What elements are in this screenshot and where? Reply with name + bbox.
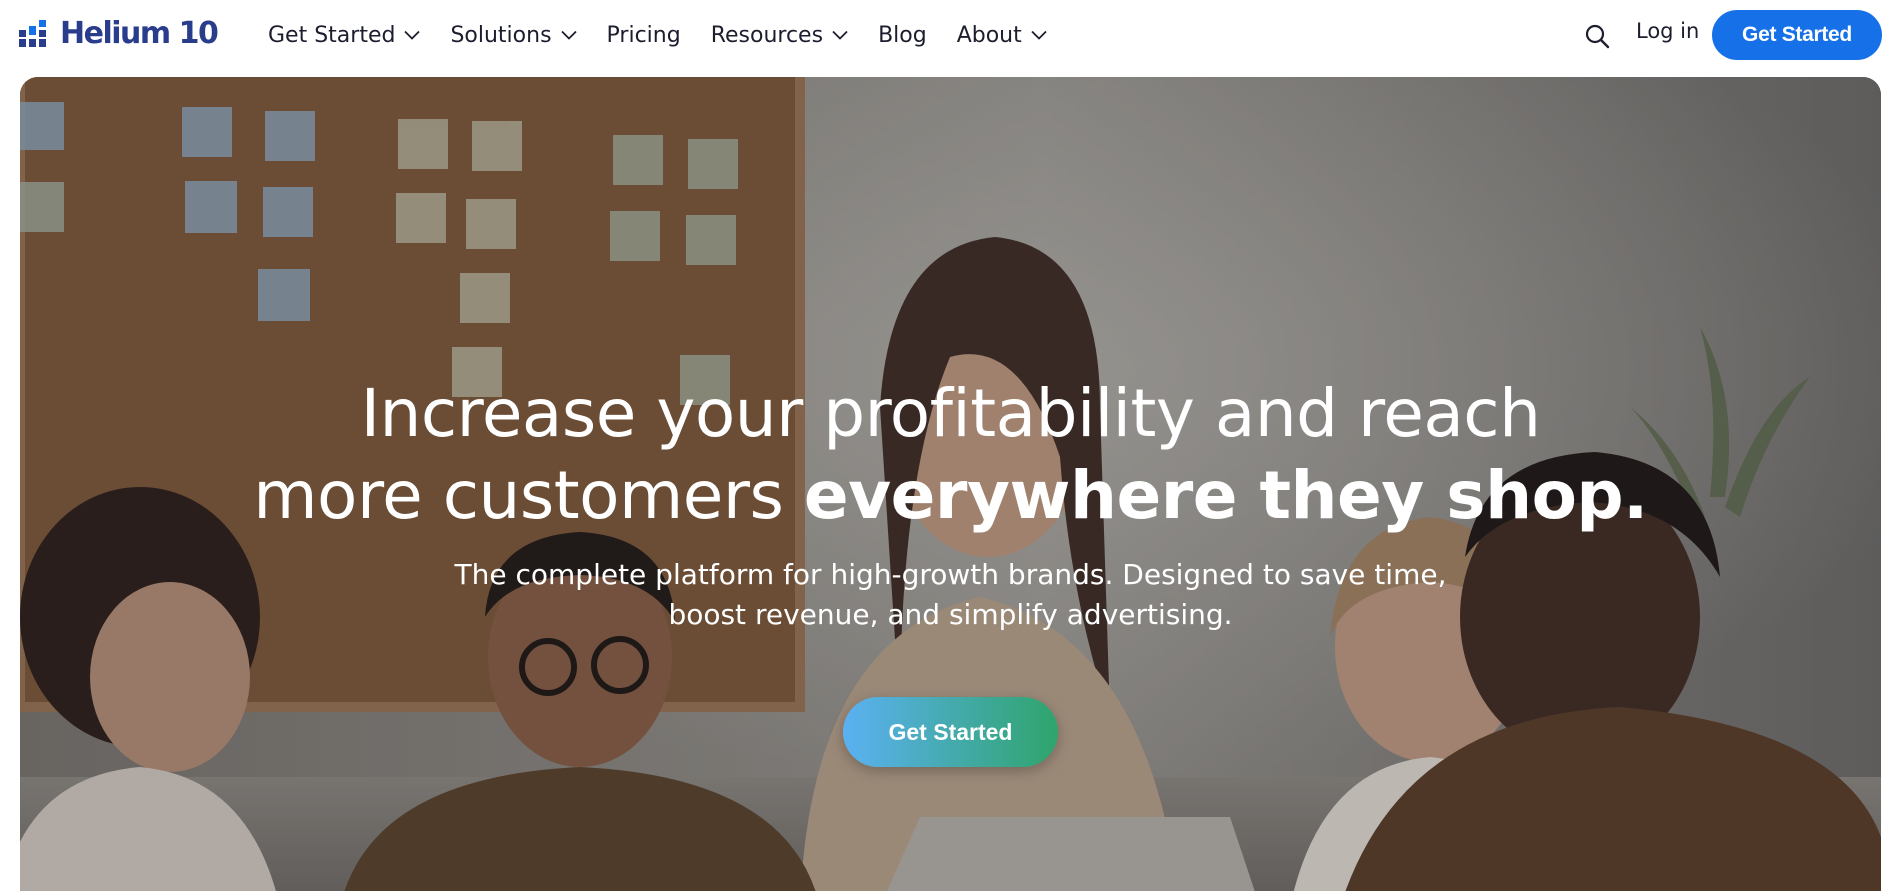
nav-item-get-started[interactable]: Get Started [268, 22, 421, 48]
nav-item-blog[interactable]: Blog [878, 23, 927, 48]
main-menu: Get Started Solutions Pricing Resources … [268, 17, 1077, 53]
chevron-down-icon [832, 30, 848, 40]
nav-item-label: Get Started [268, 22, 396, 48]
nav-item-label: Pricing [606, 22, 681, 48]
hero-subheadline: The complete platform for high-growth br… [20, 555, 1881, 635]
hero-subheadline-line1: The complete platform for high-growth br… [454, 558, 1447, 591]
hero-headline-line2: more customers everywhere they shop. [20, 455, 1881, 537]
chevron-down-icon [1031, 30, 1047, 40]
hero-headline-regular: more customers [253, 457, 804, 534]
top-navigation: Helium 10 Get Started Solutions Pricing … [0, 0, 1897, 70]
chevron-down-icon [404, 30, 421, 40]
hero-headline-emphasis: everywhere they shop. [803, 457, 1648, 534]
bar-chart-logo-icon [19, 20, 46, 47]
nav-item-label: Resources [710, 22, 824, 48]
nav-item-solutions[interactable]: Solutions [450, 22, 577, 48]
nav-item-label: About [956, 22, 1022, 48]
hero-section: Increase your profitability and reach mo… [20, 77, 1881, 891]
nav-item-resources[interactable]: Resources [711, 23, 848, 48]
get-started-button[interactable]: Get Started [1712, 10, 1882, 60]
chevron-down-icon [560, 30, 577, 40]
brand-name: Helium 10 [60, 15, 219, 51]
hero-headline-line1: Increase your profitability and reach [360, 375, 1541, 452]
nav-item-label: Blog [878, 22, 927, 48]
search-icon [1585, 24, 1610, 49]
brand-logo[interactable]: Helium 10 [19, 15, 219, 51]
nav-item-about[interactable]: About [957, 23, 1047, 48]
login-link[interactable]: Log in [1636, 19, 1699, 43]
hero-headline: Increase your profitability and reach mo… [20, 373, 1881, 537]
search-button[interactable] [1584, 23, 1610, 49]
nav-item-pricing[interactable]: Pricing [607, 23, 681, 48]
nav-item-label: Solutions [450, 22, 552, 48]
hero-get-started-button[interactable]: Get Started [843, 697, 1058, 767]
hero-subheadline-line2: boost revenue, and simplify advertising. [668, 598, 1233, 631]
